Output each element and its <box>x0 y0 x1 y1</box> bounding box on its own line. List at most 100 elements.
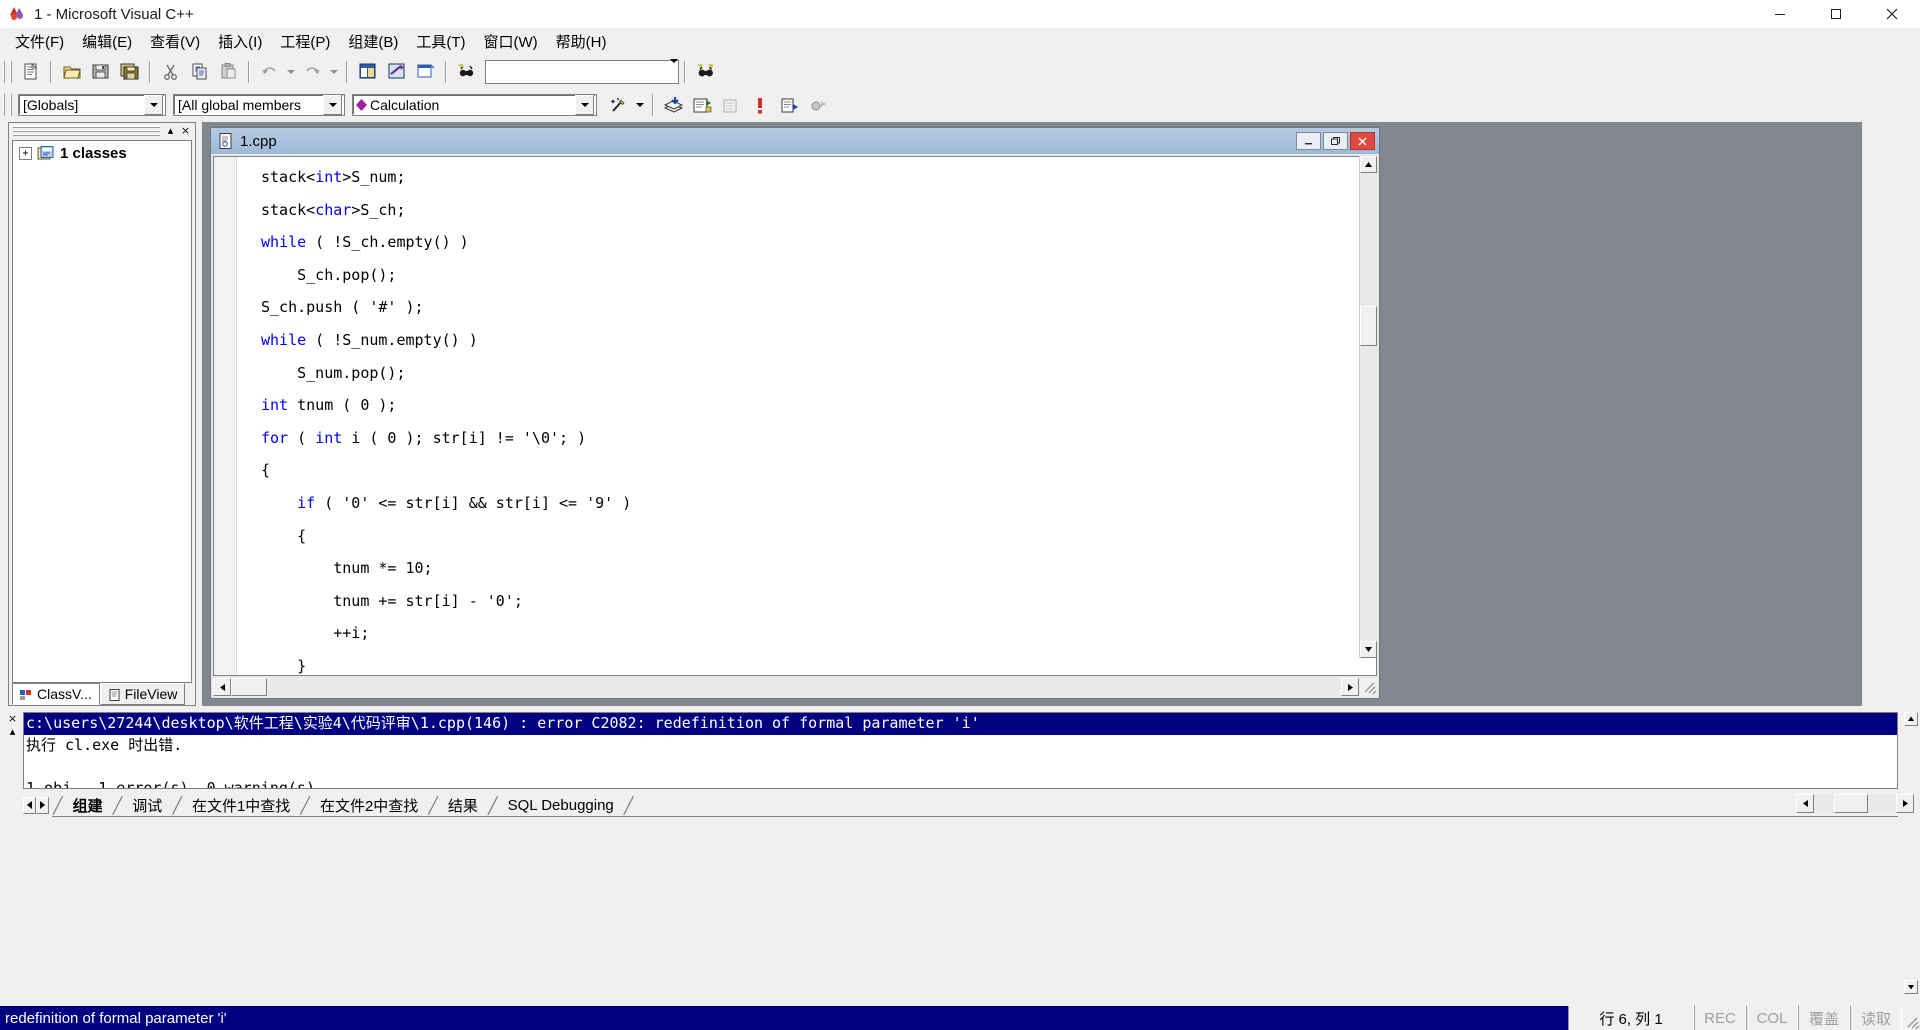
menu-window[interactable]: 窗口(W) <box>474 28 546 55</box>
menu-help[interactable]: 帮助(H) <box>547 28 616 55</box>
scroll-right-button[interactable] <box>1341 678 1359 696</box>
code-text-area[interactable]: stack<int>S_num; stack<char>S_ch; while ( … <box>237 157 1358 675</box>
menu-edit[interactable]: 编辑(E) <box>73 28 141 55</box>
paste-icon[interactable] <box>215 58 242 85</box>
toolbar-grip[interactable] <box>3 60 12 83</box>
undo-icon[interactable] <box>256 58 283 85</box>
output-tab-find2[interactable]: 在文件2中查找 <box>311 795 427 816</box>
minimize-button[interactable] <box>1752 0 1808 28</box>
editor-vscroll-thumb[interactable] <box>1360 306 1377 346</box>
output-line[interactable]: 1.obj - 1 error(s), 0 warning(s) <box>24 778 1897 789</box>
editor-vertical-scrollbar[interactable] <box>1359 156 1377 658</box>
wizard-dropdown-button[interactable] <box>633 92 647 119</box>
editor-close-button[interactable] <box>1350 132 1375 150</box>
code-line[interactable]: stack<char>S_ch; <box>237 194 1358 227</box>
go-debug-icon[interactable] <box>776 92 803 119</box>
menu-view[interactable]: 查看(V) <box>141 28 209 55</box>
editor-hscroll-thumb[interactable] <box>231 678 267 696</box>
tab-fileview[interactable]: FileView <box>99 683 186 705</box>
find-in-files-icon[interactable] <box>453 58 480 85</box>
insert-breakpoint-icon[interactable] <box>805 92 832 119</box>
output-horizontal-scrollbar[interactable] <box>1796 794 1914 813</box>
output-tab-next-button[interactable] <box>36 796 49 814</box>
wizard-wand-icon[interactable] <box>605 92 632 119</box>
menu-insert[interactable]: 插入(I) <box>209 28 271 55</box>
stop-build-icon[interactable] <box>718 92 745 119</box>
scroll-down-button[interactable] <box>1360 641 1377 658</box>
close-button[interactable] <box>1864 0 1920 28</box>
undo-dropdown-button[interactable] <box>284 58 298 85</box>
editor-hscroll-track[interactable] <box>267 678 1341 696</box>
output-line[interactable] <box>24 756 1897 778</box>
workspace-close-button[interactable]: × <box>178 123 193 138</box>
output-scroll-left-button[interactable] <box>1796 794 1814 813</box>
globals-combo[interactable]: [Globals] <box>18 94 166 116</box>
find-combo[interactable] <box>485 59 679 84</box>
output-line[interactable]: 执行 cl.exe 时出错. <box>24 735 1897 757</box>
tab-classview[interactable]: ClassV... <box>12 683 100 705</box>
output-right-scrollbar[interactable] <box>1904 712 1918 994</box>
scroll-up-button[interactable] <box>1360 156 1377 173</box>
workspace-drag-grip[interactable] <box>13 125 160 136</box>
redo-icon[interactable] <box>299 58 326 85</box>
build-icon[interactable] <box>689 92 716 119</box>
code-line[interactable]: int tnum ( 0 ); <box>237 389 1358 422</box>
wizardbar-grip[interactable] <box>3 94 12 116</box>
output-tab-build[interactable]: 组建 <box>64 795 112 816</box>
output-tab-strip[interactable]: ╱ 组建 ╱ 调试 ╱ 在文件1中查找 ╱ 在文件2中查找 ╱ 结果 ╱ SQL Debugging ╱ <box>52 793 1898 817</box>
output-line-selected[interactable]: c:\users\27244\desktop\软件工程\实验4\代码评审\1.c… <box>24 713 1897 735</box>
code-line[interactable]: S_num.pop(); <box>237 357 1358 390</box>
compile-icon[interactable] <box>660 92 687 119</box>
tree-expander-icon[interactable]: + <box>19 147 32 160</box>
code-line[interactable]: while ( !S_num.empty() ) <box>237 324 1358 357</box>
output-hscroll-thumb[interactable] <box>1834 794 1868 813</box>
save-icon[interactable] <box>87 58 114 85</box>
find-binoculars-icon[interactable] <box>692 58 719 85</box>
output-tab-sql[interactable]: SQL Debugging <box>499 795 623 816</box>
editor-resize-grip[interactable] <box>1360 678 1377 696</box>
menu-project[interactable]: 工程(P) <box>271 28 339 55</box>
output-scroll-up-button[interactable] <box>1904 712 1918 726</box>
class-combo[interactable]: Calculation <box>352 94 597 116</box>
code-line[interactable]: S_ch.push ( '#' ); <box>237 291 1358 324</box>
code-line[interactable]: if ( '0' <= str[i] && str[i] <= '9' ) <box>237 487 1358 520</box>
editor-vscroll-track[interactable] <box>1360 173 1377 641</box>
maximize-button[interactable] <box>1808 0 1864 28</box>
redo-dropdown-button[interactable] <box>327 58 341 85</box>
cut-icon[interactable] <box>157 58 184 85</box>
window-list-icon[interactable] <box>412 58 439 85</box>
output-tab-find1[interactable]: 在文件1中查找 <box>183 795 299 816</box>
menu-tools[interactable]: 工具(T) <box>407 28 474 55</box>
code-line[interactable]: { <box>237 454 1358 487</box>
output-window-icon[interactable] <box>383 58 410 85</box>
code-line[interactable]: tnum *= 10; <box>237 552 1358 585</box>
scroll-left-button[interactable] <box>213 678 231 696</box>
members-combo-dropdown[interactable] <box>323 95 342 115</box>
output-scroll-down-button[interactable] <box>1904 980 1918 994</box>
output-hscroll-track-right[interactable] <box>1868 794 1896 813</box>
execute-program-icon[interactable] <box>747 92 774 119</box>
new-text-file-icon[interactable] <box>17 58 44 85</box>
editor-title-bar[interactable]: 1.cpp <box>211 128 1379 154</box>
output-hscroll-track[interactable] <box>1814 794 1834 813</box>
code-line[interactable]: S_ch.pop(); <box>237 259 1358 292</box>
code-line[interactable]: ++i; <box>237 617 1358 650</box>
class-combo-dropdown[interactable] <box>575 95 594 115</box>
editor-gutter[interactable] <box>214 157 237 675</box>
editor-horizontal-scrollbar[interactable] <box>213 678 1359 696</box>
output-restore-button[interactable]: ▴ <box>6 725 19 738</box>
workspace-icon[interactable] <box>354 58 381 85</box>
find-combo-dropdown[interactable] <box>670 59 678 80</box>
copy-icon[interactable] <box>186 58 213 85</box>
open-icon[interactable] <box>58 58 85 85</box>
code-line[interactable]: } <box>237 650 1358 675</box>
status-resize-grip[interactable] <box>1902 1006 1920 1030</box>
output-tab-results[interactable]: 结果 <box>439 795 487 816</box>
output-text[interactable]: c:\users\27244\desktop\软件工程\实验4\代码评审\1.c… <box>23 712 1898 789</box>
code-line[interactable]: { <box>237 520 1358 553</box>
tree-item-classes[interactable]: + 1 classes <box>13 141 191 162</box>
workspace-restore-button[interactable]: ▴ <box>163 123 178 138</box>
code-line[interactable]: for ( int i ( 0 ); str[i] != '\0'; ) <box>237 422 1358 455</box>
code-line[interactable]: while ( !S_ch.empty() ) <box>237 226 1358 259</box>
code-line[interactable]: stack<int>S_num; <box>237 161 1358 194</box>
